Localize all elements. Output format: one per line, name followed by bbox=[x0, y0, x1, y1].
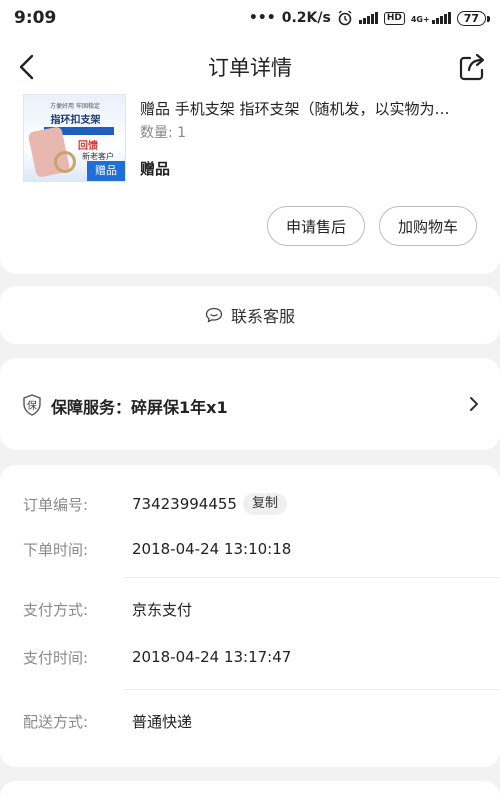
thumb-feedback: 回馈 bbox=[78, 141, 98, 152]
order-time-row: 下单时间: 2018-04-24 13:10:18 bbox=[0, 534, 500, 564]
product-card: 方便好用 牢固稳定 指环扣支架 回馈 新老客户 赠品 赠品 手机支架 指环支架（… bbox=[0, 90, 500, 274]
signal-icon-2 bbox=[431, 12, 451, 24]
network-type: 4G+ bbox=[410, 15, 430, 24]
protection-label: 保障服务：碎屏保1年x1 bbox=[51, 398, 228, 417]
alarm-icon bbox=[338, 10, 352, 26]
thumb-slogan: 方便好用 牢固稳定 bbox=[50, 103, 100, 110]
product-thumbnail[interactable]: 方便好用 牢固稳定 指环扣支架 回馈 新老客户 赠品 bbox=[23, 94, 126, 182]
gift-badge: 赠品 bbox=[87, 161, 125, 181]
next-card bbox=[0, 781, 500, 800]
delivery-method-row: 配送方式: 普通快递 bbox=[0, 706, 500, 736]
back-arrow-icon[interactable] bbox=[12, 50, 44, 84]
payment-method-row: 支付方式: 京东支付 bbox=[0, 594, 500, 624]
order-number-key: 订单编号: bbox=[23, 495, 89, 514]
delivery-method-value: 普通快递 bbox=[132, 712, 193, 731]
contact-service-label: 联系客服 bbox=[230, 307, 295, 326]
delivery-method-key: 配送方式: bbox=[23, 712, 89, 731]
product-name[interactable]: 赠品 手机支架 指环支架（随机发，以实物为… bbox=[140, 98, 482, 119]
after-sale-button[interactable]: 申请售后 bbox=[267, 206, 365, 246]
divider bbox=[124, 577, 500, 578]
add-to-cart-button[interactable]: 加购物车 bbox=[379, 206, 477, 246]
thumb-title: 指环扣支架 bbox=[50, 115, 101, 126]
gift-label: 赠品 bbox=[140, 160, 171, 178]
order-number-row: 订单编号: 73423994455 复制 bbox=[0, 489, 500, 519]
status-icons: ••• 0.2K/s HD 4G+ 77 bbox=[248, 10, 491, 26]
payment-time-value: 2018-04-24 13:17:47 bbox=[132, 648, 292, 666]
signal-icon bbox=[358, 12, 378, 24]
product-quantity: 数量: 1 bbox=[140, 125, 187, 141]
protection-service-row[interactable]: 保 保障服务：碎屏保1年x1 bbox=[0, 358, 500, 450]
copy-button[interactable]: 复制 bbox=[243, 493, 288, 515]
ring-holder-image bbox=[54, 151, 76, 173]
order-time-value: 2018-04-24 13:10:18 bbox=[132, 540, 292, 558]
network-speed: 0.2K/s bbox=[281, 10, 331, 26]
order-info-card: 订单编号: 73423994455 复制 下单时间: 2018-04-24 13… bbox=[0, 465, 500, 767]
status-time: 9:09 bbox=[14, 8, 57, 28]
shield-icon: 保 bbox=[23, 394, 41, 416]
payment-time-key: 支付时间: bbox=[23, 648, 89, 667]
order-number-value: 73423994455 bbox=[132, 495, 237, 513]
nav-bar: 订单详情 bbox=[0, 36, 500, 98]
order-time-key: 下单时间: bbox=[23, 540, 89, 559]
payment-method-key: 支付方式: bbox=[23, 600, 89, 619]
more-dots-icon: ••• bbox=[248, 10, 276, 26]
signal-4g-group: 4G+ bbox=[411, 12, 451, 24]
status-bar: 9:09 ••• 0.2K/s HD 4G+ 77 bbox=[0, 0, 500, 36]
page-title: 订单详情 bbox=[208, 56, 292, 80]
chevron-right-icon bbox=[470, 397, 478, 411]
hd-badge: HD bbox=[383, 11, 405, 25]
battery-icon: 77 bbox=[456, 10, 491, 26]
svg-text:保: 保 bbox=[27, 399, 37, 412]
payment-method-value: 京东支付 bbox=[132, 600, 193, 619]
contact-service-button[interactable]: 联系客服 bbox=[0, 286, 500, 344]
payment-time-row: 支付时间: 2018-04-24 13:17:47 bbox=[0, 642, 500, 672]
share-icon[interactable] bbox=[456, 50, 488, 84]
chat-bubble-icon bbox=[205, 307, 223, 323]
divider bbox=[124, 689, 500, 690]
